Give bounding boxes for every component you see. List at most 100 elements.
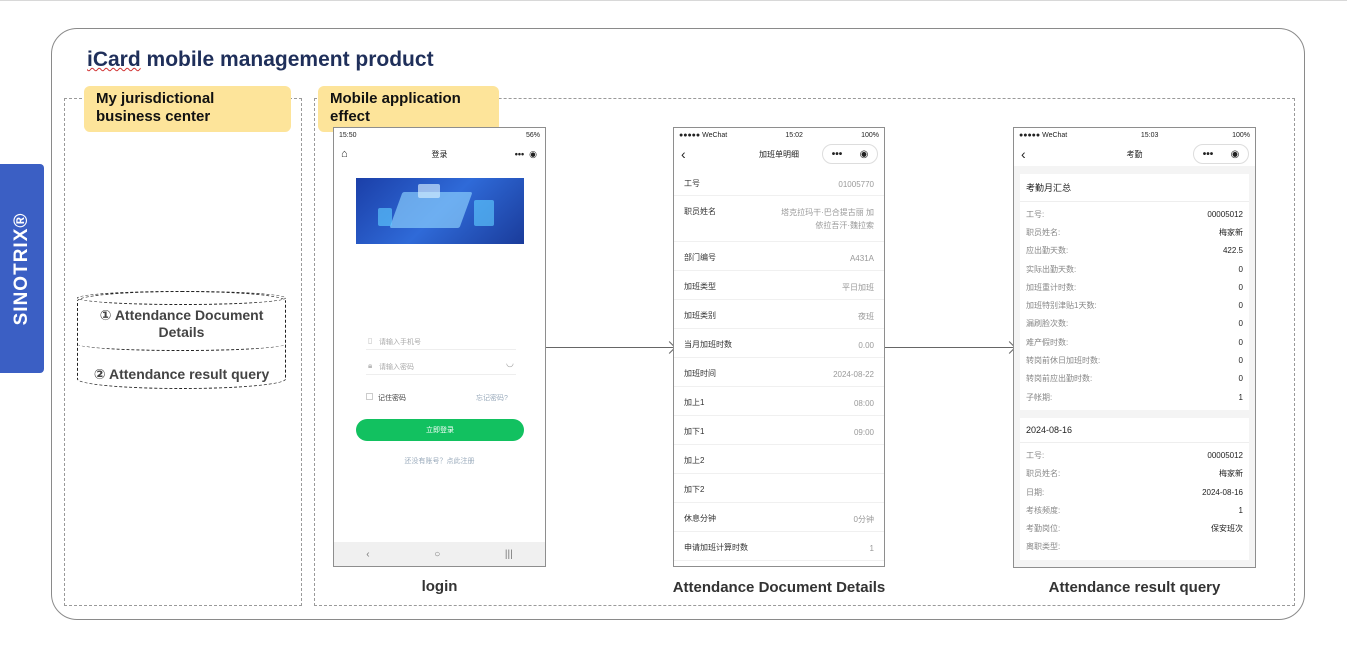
remember-checkbox[interactable] xyxy=(366,393,373,400)
detail-label: 申请加班计算时数 xyxy=(684,543,748,552)
detail-row: 加下2 xyxy=(674,474,884,503)
database-cylinder: ① Attendance Document Details ② Attendan… xyxy=(77,291,286,389)
remember-label: 记住密码 xyxy=(378,395,406,402)
forgot-password-link[interactable]: 忘记密码? xyxy=(476,393,508,403)
field-value: 0 xyxy=(1238,301,1243,311)
detail-row: 职员姓名 塔克拉玛干·巴合提古丽 加依拉吾汗·魏拉索 xyxy=(674,196,884,242)
detail-value: A431A xyxy=(849,254,874,263)
record-field-row: 难产假时数: 0 xyxy=(1020,333,1249,351)
login-phone-screen: 15:50 56% ⌂ 登录 ••• ◉ ▯ 请输入手机号 🔒︎ 请输入密码 ◡… xyxy=(333,127,546,567)
field-value: 2024-08-16 xyxy=(1202,487,1243,497)
back-chevron-icon[interactable]: ‹ xyxy=(681,146,686,162)
register-link[interactable]: 还没有账号？点此注册 xyxy=(334,456,545,466)
more-icon[interactable]: ••• ◉ xyxy=(515,149,537,160)
db-item-attendance-details: ① Attendance Document Details xyxy=(99,307,264,340)
back-nav-icon[interactable]: ‹ xyxy=(366,549,369,560)
status-time: 15:02 xyxy=(785,131,803,139)
detail-row: 加班类别 夜班 xyxy=(674,300,884,329)
detail-label: 加班时间 xyxy=(684,369,716,378)
record-field-row: 加班特别津贴1天数: 0 xyxy=(1020,296,1249,314)
login-banner-image xyxy=(356,178,524,244)
record-field-row: 子帐期: 1 xyxy=(1020,388,1249,406)
record-field-row: 离职类型: xyxy=(1020,538,1249,556)
details-caption: Attendance Document Details xyxy=(672,579,886,596)
detail-value: 0.00 xyxy=(858,341,874,350)
field-value: 0 xyxy=(1238,319,1243,329)
detail-label: 加班类型 xyxy=(684,282,716,291)
day-list: 工号: 00005012 职员姓名: 梅家新 日期: 2024-08-16 考核频度: 1 考勤… xyxy=(1020,443,1249,560)
record-field-row: 工号: 00005012 xyxy=(1020,205,1249,223)
detail-row: 部门编号 A431A xyxy=(674,242,884,271)
query-caption: Attendance result query xyxy=(1048,579,1221,596)
brand-side-tab: SINOTRIX® xyxy=(0,164,44,373)
arrow-details-to-query xyxy=(885,347,1013,348)
detail-label: 部门编号 xyxy=(684,253,716,262)
detail-row: 当月加班时数 0.00 xyxy=(674,329,884,358)
miniapp-capsule[interactable]: ••• ◉ xyxy=(1193,144,1249,164)
db-item-attendance-query: ② Attendance result query xyxy=(93,366,270,382)
field-label: 转岗前应出勤时数: xyxy=(1026,374,1093,384)
field-label: 漏刷脸次数: xyxy=(1026,319,1069,329)
login-button[interactable]: 立即登录 xyxy=(356,419,524,441)
field-label: 职员姓名: xyxy=(1026,469,1061,479)
field-value: 1 xyxy=(1238,392,1243,402)
field-label: 工号: xyxy=(1026,209,1045,219)
detail-value: 08:00 xyxy=(853,399,874,408)
field-value: 00005012 xyxy=(1207,209,1243,219)
phone-input[interactable]: 请输入手机号 xyxy=(379,337,421,347)
detail-value: 夜班 xyxy=(858,312,874,321)
home-icon[interactable]: ⌂ xyxy=(341,148,348,160)
detail-label: 工号 xyxy=(684,179,700,188)
back-chevron-icon[interactable]: ‹ xyxy=(1021,146,1026,162)
password-input[interactable]: 请输入密码 xyxy=(379,362,414,372)
details-list: 工号 01005770 职员姓名 塔克拉玛干·巴合提古丽 加依拉吾汗·魏拉索部门编号 A… xyxy=(674,168,884,561)
details-nav-bar: ‹ 加班单明细 ••• ◉ xyxy=(674,142,884,166)
detail-row: 加班类型 平日加班 xyxy=(674,271,884,300)
detail-value: 01005770 xyxy=(838,180,874,189)
day-title: 2024-08-16 xyxy=(1020,418,1249,444)
field-value: 梅家新 xyxy=(1219,469,1243,479)
lock-icon: 🔒︎ xyxy=(368,361,373,370)
arrow-login-to-details xyxy=(546,347,673,348)
login-caption: login xyxy=(421,578,458,595)
field-label: 离职类型: xyxy=(1026,542,1061,552)
record-field-row: 职员姓名: 梅家新 xyxy=(1020,223,1249,241)
field-value: 0 xyxy=(1238,356,1243,366)
details-title: 加班单明细 xyxy=(759,149,799,159)
status-carrier: ●●●●● WeChat xyxy=(679,131,728,139)
status-time: 15:03 xyxy=(1140,131,1159,139)
more-icon: ••• xyxy=(1202,148,1214,160)
phone-icon: ▯ xyxy=(368,336,373,345)
summary-list: 工号: 00005012 职员姓名: 梅家新 应出勤天数: 422.5 实际出勤天数: 0 加班… xyxy=(1020,202,1249,410)
detail-row: 工号 01005770 xyxy=(674,168,884,196)
cylinder-top xyxy=(77,291,286,305)
detail-value: 2024-08-22 xyxy=(833,370,874,379)
detail-label: 休息分钟 xyxy=(684,514,716,523)
detail-value: 1 xyxy=(869,544,874,553)
detail-label: 当月加班时数 xyxy=(684,340,732,349)
record-field-row: 日期: 2024-08-16 xyxy=(1020,483,1249,501)
field-label: 工号: xyxy=(1026,450,1045,460)
detail-value: 09:00 xyxy=(853,428,874,437)
field-value: 422.5 xyxy=(1222,246,1243,256)
login-nav-bar: ⌂ 登录 ••• ◉ xyxy=(334,142,545,166)
field-value: 梅家新 xyxy=(1219,227,1243,237)
record-field-row: 转岗前应出勤时数: 0 xyxy=(1020,370,1249,388)
field-label: 实际出勤天数: xyxy=(1026,264,1077,274)
detail-row: 休息分钟 0分钟 xyxy=(674,503,884,532)
miniapp-capsule[interactable]: ••• ◉ xyxy=(822,144,878,164)
field-label: 职员姓名: xyxy=(1026,227,1061,237)
field-label: 加班重计时数: xyxy=(1026,282,1077,292)
status-battery: 100% xyxy=(861,131,879,139)
record-field-row: 实际出勤天数: 0 xyxy=(1020,260,1249,278)
status-battery: 56% xyxy=(525,131,540,139)
mobile-effect-tag: Mobile application effect xyxy=(318,86,499,132)
brand-logo-text: SINOTRIX® xyxy=(11,212,32,325)
title-rest: mobile management product xyxy=(140,48,434,71)
home-nav-icon[interactable]: ○ xyxy=(434,549,440,560)
eye-icon[interactable]: ◡ xyxy=(506,358,514,369)
detail-value: 平日加班 xyxy=(842,283,874,292)
status-time: 15:50 xyxy=(339,131,357,139)
login-title: 登录 xyxy=(431,149,448,159)
recents-nav-icon[interactable]: ||| xyxy=(505,549,513,560)
